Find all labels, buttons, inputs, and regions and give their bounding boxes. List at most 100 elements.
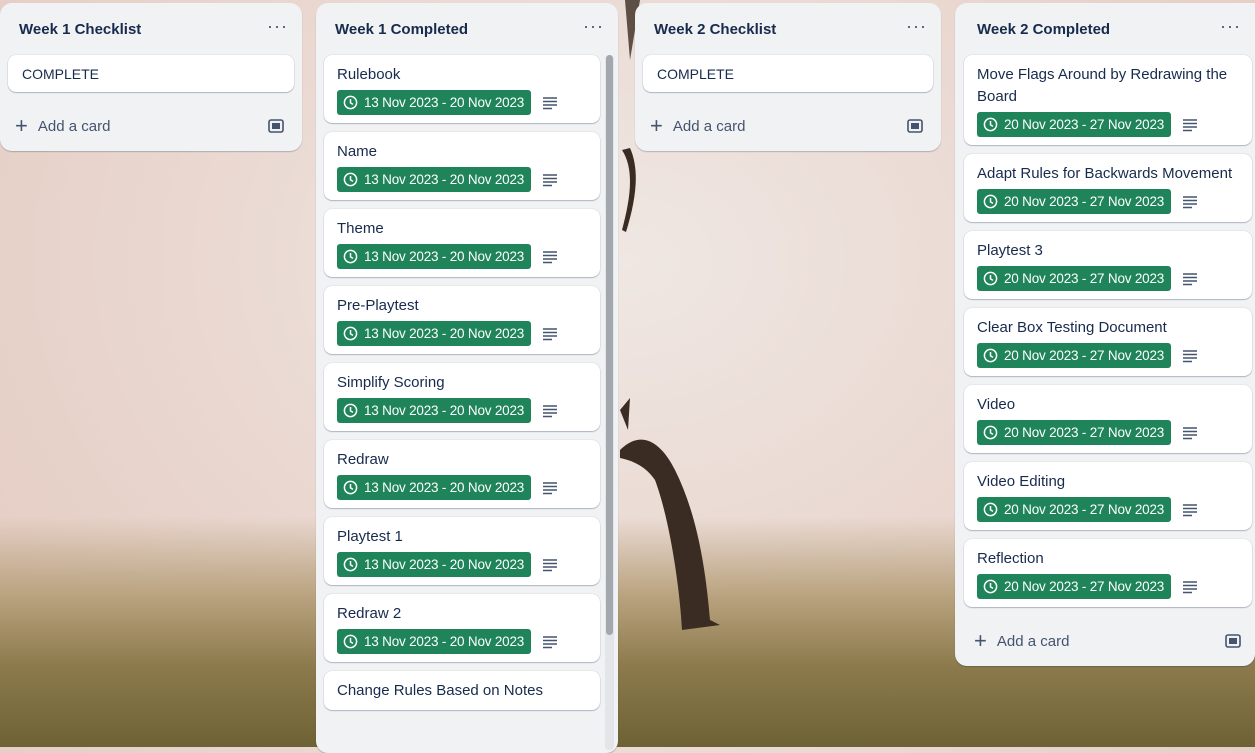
description-icon (1183, 195, 1198, 208)
date-badge[interactable]: 20 Nov 2023 - 27 Nov 2023 (977, 420, 1172, 445)
card-title: Clear Box Testing Document (977, 319, 1167, 336)
description-icon (1183, 503, 1198, 516)
more-icon[interactable]: ··· (583, 17, 604, 41)
date-range: 13 Nov 2023 - 20 Nov 2023 (364, 480, 525, 495)
list-week2-checklist: Week 2 Checklist ··· COMPLETE + Add a ca… (635, 3, 941, 151)
card[interactable]: Change Rules Based on Notes (324, 671, 600, 710)
card[interactable]: Name 13 Nov 2023 - 20 Nov 2023 (324, 132, 600, 200)
card[interactable]: Video 20 Nov 2023 - 27 Nov 2023 (964, 385, 1252, 453)
date-badge[interactable]: 20 Nov 2023 - 27 Nov 2023 (977, 112, 1172, 137)
date-range: 20 Nov 2023 - 27 Nov 2023 (1004, 194, 1165, 209)
more-icon[interactable]: ··· (906, 17, 927, 41)
description-icon (543, 250, 558, 263)
date-range: 13 Nov 2023 - 20 Nov 2023 (364, 95, 525, 110)
clock-icon (343, 634, 358, 649)
clock-icon (983, 425, 998, 440)
date-badge[interactable]: 13 Nov 2023 - 20 Nov 2023 (337, 167, 532, 192)
card-template-icon[interactable] (268, 119, 284, 133)
description-icon (543, 404, 558, 417)
list-week2-completed: Week 2 Completed ··· Move Flags Around b… (955, 3, 1255, 666)
clock-icon (983, 271, 998, 286)
description-icon (1183, 272, 1198, 285)
clock-icon (343, 557, 358, 572)
date-badge[interactable]: 13 Nov 2023 - 20 Nov 2023 (337, 90, 532, 115)
list-week1-checklist: Week 1 Checklist ··· COMPLETE + Add a ca… (0, 3, 302, 151)
date-range: 20 Nov 2023 - 27 Nov 2023 (1004, 271, 1165, 286)
card-title: Rulebook (337, 66, 401, 83)
list-title[interactable]: Week 2 Checklist (654, 21, 776, 38)
date-badge[interactable]: 13 Nov 2023 - 20 Nov 2023 (337, 475, 532, 500)
date-badge[interactable]: 20 Nov 2023 - 27 Nov 2023 (977, 189, 1172, 214)
card-title: Change Rules Based on Notes (337, 682, 543, 699)
card-complete[interactable]: COMPLETE (8, 55, 294, 92)
add-card-button[interactable]: + Add a card (15, 115, 110, 137)
list-header: Week 2 Completed ··· (955, 3, 1255, 55)
card-title: Playtest 3 (977, 242, 1043, 259)
scrollbar-thumb[interactable] (606, 55, 613, 635)
description-icon (1183, 349, 1198, 362)
description-icon (543, 481, 558, 494)
add-card-button[interactable]: + Add a card (650, 115, 745, 137)
card[interactable]: Rulebook 13 Nov 2023 - 20 Nov 2023 (324, 55, 600, 123)
date-range: 13 Nov 2023 - 20 Nov 2023 (364, 172, 525, 187)
card-title: Redraw (337, 451, 389, 468)
description-icon (1183, 580, 1198, 593)
card-complete[interactable]: COMPLETE (643, 55, 933, 92)
clock-icon (343, 172, 358, 187)
clock-icon (983, 348, 998, 363)
card[interactable]: Theme 13 Nov 2023 - 20 Nov 2023 (324, 209, 600, 277)
description-icon (543, 173, 558, 186)
clock-icon (343, 95, 358, 110)
clock-icon (983, 502, 998, 517)
description-icon (1183, 118, 1198, 131)
add-card-label: Add a card (672, 117, 746, 135)
card[interactable]: Move Flags Around by Redrawing the Board… (964, 55, 1252, 145)
date-range: 20 Nov 2023 - 27 Nov 2023 (1004, 425, 1165, 440)
list-title[interactable]: Week 2 Completed (977, 21, 1110, 38)
date-badge[interactable]: 13 Nov 2023 - 20 Nov 2023 (337, 552, 532, 577)
list-title[interactable]: Week 1 Completed (335, 21, 468, 38)
date-badge[interactable]: 13 Nov 2023 - 20 Nov 2023 (337, 321, 532, 346)
clock-icon (343, 326, 358, 341)
description-icon (543, 558, 558, 571)
date-range: 20 Nov 2023 - 27 Nov 2023 (1004, 117, 1165, 132)
card[interactable]: Reflection 20 Nov 2023 - 27 Nov 2023 (964, 539, 1252, 607)
description-icon (543, 635, 558, 648)
card[interactable]: Redraw 13 Nov 2023 - 20 Nov 2023 (324, 440, 600, 508)
date-badge[interactable]: 20 Nov 2023 - 27 Nov 2023 (977, 574, 1172, 599)
list-header: Week 1 Completed ··· (316, 3, 618, 55)
date-range: 20 Nov 2023 - 27 Nov 2023 (1004, 502, 1165, 517)
card-title: Video Editing (977, 473, 1066, 490)
card[interactable]: Playtest 3 20 Nov 2023 - 27 Nov 2023 (964, 231, 1252, 299)
plus-icon: + (15, 113, 28, 138)
date-badge[interactable]: 13 Nov 2023 - 20 Nov 2023 (337, 244, 532, 269)
description-icon (1183, 426, 1198, 439)
card-template-icon[interactable] (1225, 634, 1241, 648)
card[interactable]: Video Editing 20 Nov 2023 - 27 Nov 2023 (964, 462, 1252, 530)
date-range: 13 Nov 2023 - 20 Nov 2023 (364, 326, 525, 341)
add-card-button[interactable]: + Add a card (974, 630, 1069, 652)
card[interactable]: Clear Box Testing Document 20 Nov 2023 -… (964, 308, 1252, 376)
date-badge[interactable]: 13 Nov 2023 - 20 Nov 2023 (337, 629, 532, 654)
list-header: Week 1 Checklist ··· (0, 3, 302, 55)
plus-icon: + (650, 113, 663, 138)
list-title[interactable]: Week 1 Checklist (19, 21, 141, 38)
card-title: Simplify Scoring (337, 374, 445, 391)
clock-icon (983, 117, 998, 132)
card-template-icon[interactable] (907, 119, 923, 133)
clock-icon (343, 403, 358, 418)
more-icon[interactable]: ··· (267, 17, 288, 41)
clock-icon (983, 194, 998, 209)
card[interactable]: Redraw 2 13 Nov 2023 - 20 Nov 2023 (324, 594, 600, 662)
date-badge[interactable]: 13 Nov 2023 - 20 Nov 2023 (337, 398, 532, 423)
clock-icon (983, 579, 998, 594)
card[interactable]: Adapt Rules for Backwards Movement 20 No… (964, 154, 1252, 222)
card[interactable]: Playtest 1 13 Nov 2023 - 20 Nov 2023 (324, 517, 600, 585)
date-badge[interactable]: 20 Nov 2023 - 27 Nov 2023 (977, 266, 1172, 291)
more-icon[interactable]: ··· (1220, 17, 1241, 41)
card-title: Playtest 1 (337, 528, 403, 545)
card[interactable]: Simplify Scoring 13 Nov 2023 - 20 Nov 20… (324, 363, 600, 431)
card[interactable]: Pre-Playtest 13 Nov 2023 - 20 Nov 2023 (324, 286, 600, 354)
date-badge[interactable]: 20 Nov 2023 - 27 Nov 2023 (977, 343, 1172, 368)
date-badge[interactable]: 20 Nov 2023 - 27 Nov 2023 (977, 497, 1172, 522)
